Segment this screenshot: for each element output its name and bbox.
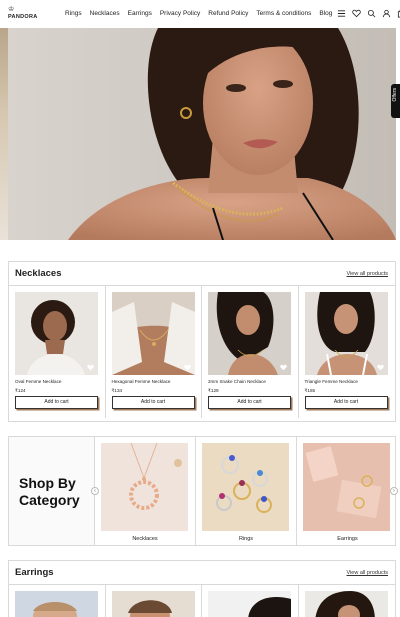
product-card[interactable]: 2mm Snake Chain Necklace ₹129 Add to car…: [202, 286, 299, 418]
nav-refund-policy[interactable]: Refund Policy: [208, 10, 248, 17]
category-image-rings: [202, 443, 289, 531]
product-image[interactable]: [208, 591, 291, 617]
search-icon[interactable]: [367, 9, 376, 18]
product-price: ₹124: [15, 388, 26, 393]
nav-terms[interactable]: Terms & conditions: [256, 10, 311, 17]
earrings-section-header: Earrings View all products: [9, 561, 395, 585]
earrings-view-all-link[interactable]: View all products: [347, 570, 388, 576]
category-heading-line1: Shop By: [19, 475, 76, 491]
necklaces-view-all-link[interactable]: View all products: [347, 271, 388, 277]
category-card-necklaces[interactable]: Necklaces: [95, 437, 196, 545]
product-image[interactable]: [111, 292, 195, 375]
carousel-next-button[interactable]: ›: [390, 487, 398, 495]
product-image[interactable]: [304, 591, 388, 617]
wishlist-heart-icon[interactable]: [87, 364, 94, 371]
nav-blog[interactable]: Blog: [319, 10, 332, 17]
product-card[interactable]: [9, 585, 106, 617]
wishlist-heart-icon[interactable]: [280, 364, 287, 371]
hero-model-image: [8, 28, 396, 240]
product-name[interactable]: 2mm Snake Chain Necklace: [208, 379, 266, 384]
wishlist-heart-icon[interactable]: [376, 364, 384, 371]
product-name[interactable]: Hexagonal Femme Necklace: [112, 379, 171, 384]
product-image[interactable]: [304, 292, 388, 375]
product-price: ₹134: [111, 388, 123, 393]
category-card-earrings[interactable]: Earrings: [297, 437, 398, 545]
necklaces-section: Necklaces View all products Oval Femme N…: [8, 261, 396, 422]
add-to-cart-button[interactable]: Add to cart: [15, 396, 98, 409]
category-image-earrings: [303, 443, 390, 531]
category-image-necklaces: [101, 443, 188, 531]
product-price: ₹155: [304, 388, 316, 393]
product-card[interactable]: [299, 585, 396, 617]
wishlist-heart-icon[interactable]: [183, 364, 191, 371]
category-label[interactable]: Earrings: [297, 536, 398, 542]
category-label[interactable]: Necklaces: [95, 536, 195, 542]
offers-tab-label: Offers: [392, 88, 398, 102]
category-heading-panel: Shop By Category: [9, 437, 95, 545]
nav-earrings[interactable]: Earrings: [128, 10, 152, 17]
offers-side-tab[interactable]: Offers: [391, 84, 400, 118]
earrings-section: Earrings View all products: [8, 560, 396, 617]
earrings-section-title: Earrings: [15, 567, 54, 578]
product-image[interactable]: [15, 591, 98, 617]
nav-privacy-policy[interactable]: Privacy Policy: [160, 10, 200, 17]
header-icons: [337, 9, 400, 18]
category-card-rings[interactable]: Rings: [196, 437, 297, 545]
wishlist-heart-icon[interactable]: [352, 9, 361, 18]
product-name[interactable]: Triangle Femme Necklace: [305, 379, 358, 384]
add-to-cart-button[interactable]: Add to cart: [304, 396, 388, 409]
site-header: ♔ PANDORA Rings Necklaces Earrings Priva…: [0, 0, 400, 28]
category-heading: Shop By Category: [19, 475, 80, 509]
logo-text: PANDORA: [8, 14, 38, 20]
product-image[interactable]: [111, 591, 195, 617]
product-name[interactable]: Oval Femme Necklace: [15, 379, 61, 384]
product-card[interactable]: Hexagonal Femme Necklace ₹134 Add to car…: [106, 286, 202, 418]
category-label[interactable]: Rings: [196, 536, 296, 542]
pandora-logo[interactable]: ♔ PANDORA: [6, 6, 42, 22]
necklaces-section-title: Necklaces: [15, 268, 62, 279]
product-price: ₹129: [208, 388, 219, 393]
product-card[interactable]: Triangle Femme Necklace ₹155 Add to cart: [299, 286, 396, 418]
crown-icon: ♔: [8, 6, 15, 13]
nav-necklaces[interactable]: Necklaces: [90, 10, 120, 17]
main-nav: Rings Necklaces Earrings Privacy Policy …: [65, 10, 332, 17]
necklaces-section-header: Necklaces View all products: [9, 262, 395, 286]
nav-rings[interactable]: Rings: [65, 10, 82, 17]
add-to-cart-button[interactable]: Add to cart: [208, 396, 291, 409]
hero-banner[interactable]: [8, 28, 396, 240]
add-to-cart-button[interactable]: Add to cart: [111, 396, 195, 409]
earrings-product-list: [9, 585, 395, 617]
account-icon[interactable]: [382, 9, 391, 18]
shop-by-category-section: Shop By Category Necklaces Rings Earring…: [8, 436, 398, 546]
product-image[interactable]: [15, 292, 98, 375]
necklaces-product-list: Oval Femme Necklace ₹124 Add to cart Hex…: [9, 286, 395, 418]
category-heading-line2: Category: [19, 492, 80, 508]
carousel-prev-button[interactable]: ‹: [91, 487, 99, 495]
product-image[interactable]: [208, 292, 291, 375]
product-card[interactable]: [106, 585, 202, 617]
menu-icon[interactable]: [337, 9, 346, 18]
product-card[interactable]: Oval Femme Necklace ₹124 Add to cart: [9, 286, 106, 418]
product-card[interactable]: [202, 585, 299, 617]
